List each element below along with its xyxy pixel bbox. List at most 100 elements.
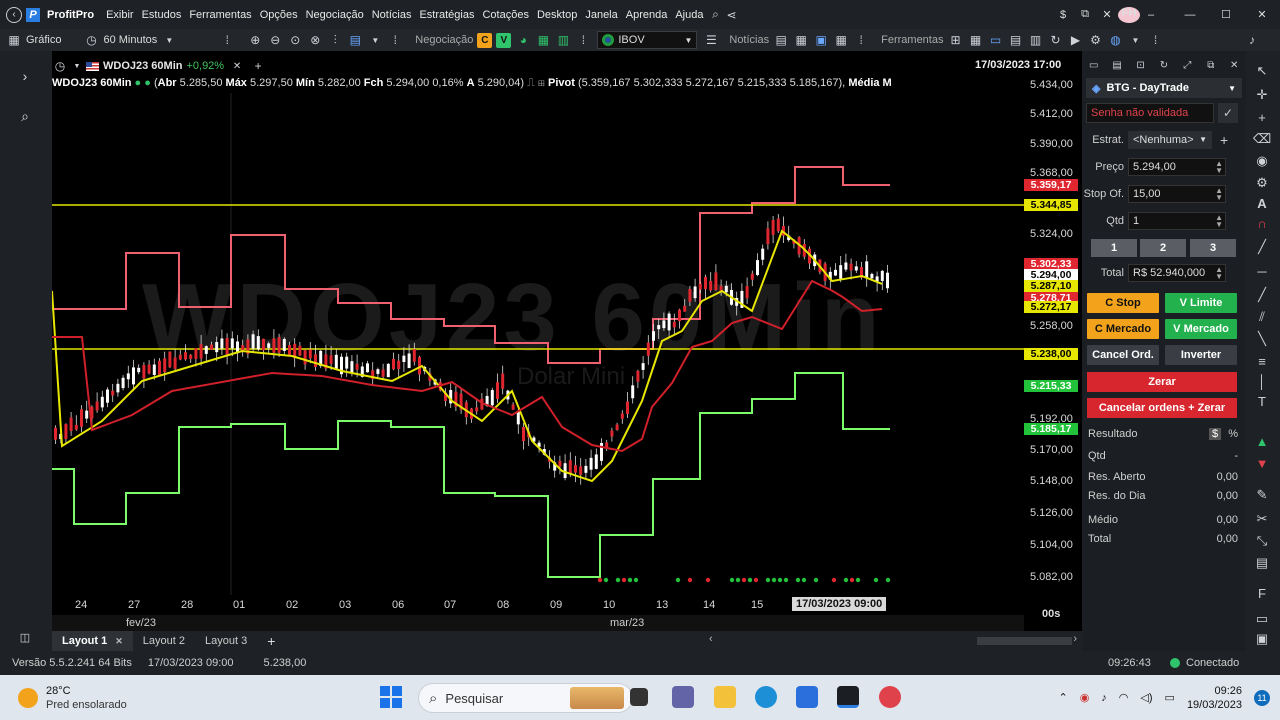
- price-input[interactable]: 5.294,00 ▲ ▼: [1128, 158, 1226, 176]
- volume-icon[interactable]: ◁): [1140, 691, 1152, 704]
- trend-icon[interactable]: ╱: [1254, 287, 1270, 303]
- c-stop-button[interactable]: C Stop: [1087, 293, 1159, 313]
- close-icon[interactable]: ✕: [1244, 8, 1280, 21]
- add-strategy-icon[interactable]: +: [1220, 132, 1228, 148]
- pencil-icon[interactable]: ✎: [1254, 487, 1270, 503]
- line-icon[interactable]: ╱: [1254, 239, 1270, 255]
- menu-desktop[interactable]: Desktop: [533, 9, 581, 21]
- tab-layout-3[interactable]: Layout 3: [195, 631, 257, 651]
- v-icon[interactable]: V: [496, 32, 512, 48]
- arrow-down-icon[interactable]: ▼: [1254, 455, 1270, 471]
- menu-noticias[interactable]: Notícias: [368, 9, 416, 21]
- quick-qty-1-button[interactable]: 1: [1091, 239, 1137, 257]
- broker-selector[interactable]: ◈ BTG - DayTrade ▼: [1086, 78, 1242, 98]
- chart-label[interactable]: Gráfico: [26, 34, 61, 46]
- more-icon[interactable]: ⁞: [387, 32, 403, 48]
- menu-janela[interactable]: Janela: [581, 9, 621, 21]
- vline-icon[interactable]: │: [1254, 373, 1270, 389]
- stepper-icon[interactable]: ▲ ▼: [1215, 187, 1223, 202]
- microphone-icon[interactable]: ♪: [1101, 692, 1107, 704]
- news-icon[interactable]: ▤: [773, 32, 789, 48]
- shapes-icon[interactable]: ▣: [1254, 631, 1270, 647]
- more-icon[interactable]: ⁞: [1147, 32, 1163, 48]
- panel-book-icon[interactable]: ▤: [1109, 57, 1125, 73]
- panel-close-icon[interactable]: ✕: [1226, 57, 1242, 73]
- stepper-icon[interactable]: ▲ ▼: [1215, 160, 1223, 175]
- wifi-icon[interactable]: ◠: [1119, 691, 1129, 704]
- calendar-icon[interactable]: ▦: [833, 32, 849, 48]
- crosshair-icon[interactable]: ✛: [1254, 87, 1270, 103]
- menu-estrategias[interactable]: Estratégias: [415, 9, 478, 21]
- zoom-reset-icon[interactable]: ⊗: [307, 32, 323, 48]
- table-icon[interactable]: ▦: [967, 32, 983, 48]
- notification-badge[interactable]: 11: [1254, 689, 1270, 706]
- scroll-right-icon[interactable]: ›: [1073, 633, 1077, 645]
- layers-icon[interactable]: ▭: [1254, 611, 1270, 627]
- percent-toggle-button[interactable]: %: [1228, 428, 1238, 440]
- bell-icon[interactable]: ♪: [1244, 32, 1260, 48]
- play-icon[interactable]: ▶: [1067, 32, 1083, 48]
- battery-icon[interactable]: ▭: [1165, 691, 1175, 704]
- chevron-down-icon[interactable]: ▼: [1127, 32, 1143, 48]
- tab-layout-2[interactable]: Layout 2: [133, 631, 195, 651]
- book-icon[interactable]: ▥: [555, 32, 571, 48]
- indicator-settings-icon[interactable]: ⎍: [527, 77, 538, 89]
- avatar[interactable]: FH: [1118, 6, 1140, 23]
- panel-icon[interactable]: ▥: [1027, 32, 1043, 48]
- close-icon[interactable]: ✕: [115, 636, 123, 647]
- restore-small-icon[interactable]: ⧉: [1074, 8, 1096, 21]
- arrow-up-icon[interactable]: ▲: [1254, 433, 1270, 449]
- quantity-input[interactable]: 1 ▲ ▼: [1128, 212, 1226, 230]
- text-icon[interactable]: A: [1254, 195, 1270, 211]
- chart-canvas[interactable]: [52, 93, 1024, 595]
- cancel-orders-button[interactable]: Cancel Ord.: [1087, 345, 1159, 365]
- v-mercado-button[interactable]: V Mercado: [1165, 319, 1237, 339]
- menu-opcoes[interactable]: Opções: [256, 9, 302, 21]
- search-icon[interactable]: ⌕: [17, 108, 33, 124]
- add-icon[interactable]: +: [250, 58, 266, 74]
- zoom-fit-icon[interactable]: ⊙: [287, 32, 303, 48]
- chart-icon[interactable]: ▦: [6, 32, 22, 48]
- time-axis[interactable]: 24 27 28 01 02 03 06 07 08 09 10 13 14 1…: [52, 595, 1024, 615]
- menu-aprenda[interactable]: Aprenda: [622, 9, 672, 21]
- magnet-icon[interactable]: ∩: [1254, 215, 1270, 231]
- menu-negociacao[interactable]: Negociação: [302, 9, 368, 21]
- interval-selector[interactable]: 60 Minutos: [103, 34, 157, 46]
- panel-expand-icon[interactable]: ⤢: [1179, 57, 1195, 73]
- total-input[interactable]: R$ 52.940,000 ▲ ▼: [1128, 264, 1226, 282]
- text-tool-icon[interactable]: T: [1254, 393, 1270, 409]
- panel-window-icon[interactable]: ⧉: [1203, 57, 1219, 73]
- more-icon[interactable]: ⁞: [853, 32, 869, 48]
- more-icon[interactable]: ⁞: [575, 32, 591, 48]
- scroll-left-icon[interactable]: ‹: [709, 633, 713, 645]
- add-indicator-icon[interactable]: ⊞: [538, 77, 548, 89]
- windows-start-icon[interactable]: [380, 686, 402, 708]
- chart-tab[interactable]: WDOJ23 60Min +0,92%: [86, 60, 224, 72]
- taskbar-search[interactable]: ⌕ Pesquisar: [418, 683, 633, 713]
- quick-qty-3-button[interactable]: 3: [1190, 239, 1236, 257]
- tray-chevron-icon[interactable]: ⌃: [1058, 691, 1067, 704]
- channel-icon[interactable]: ⫽: [1254, 309, 1270, 325]
- minimize-small-icon[interactable]: –: [1140, 9, 1162, 21]
- profitpro-taskbar-icon[interactable]: [837, 686, 859, 708]
- record-icon[interactable]: [879, 686, 901, 708]
- hline-icon[interactable]: ─: [1254, 263, 1270, 279]
- share-icon[interactable]: ⋖: [723, 7, 739, 23]
- search-icon[interactable]: ⌕: [707, 7, 723, 23]
- c-icon[interactable]: C: [477, 32, 493, 48]
- teams-icon[interactable]: [672, 686, 694, 708]
- add-layout-button[interactable]: +: [257, 631, 285, 651]
- zoom-out-icon[interactable]: ⊖: [267, 32, 283, 48]
- security-icon[interactable]: ◉: [1080, 691, 1090, 704]
- candlestick-chart[interactable]: WDOJ23 60Min Dolar Mini: [52, 93, 1024, 595]
- menu-ferramentas[interactable]: Ferramentas: [185, 9, 255, 21]
- strategy-select[interactable]: <Nenhuma> ▼: [1128, 131, 1212, 149]
- tv-icon[interactable]: ▣: [813, 32, 829, 48]
- newspaper-icon[interactable]: ▦: [793, 32, 809, 48]
- eraser-icon[interactable]: ⌫: [1253, 131, 1271, 147]
- chart-type-icon[interactable]: ⫶: [327, 32, 343, 48]
- panel-toggle-icon[interactable]: ◫: [17, 629, 33, 645]
- c-mercado-button[interactable]: C Mercado: [1087, 319, 1159, 339]
- clock[interactable]: 09:26 19/03/2023: [1187, 684, 1242, 712]
- pie-icon[interactable]: ◕: [515, 32, 531, 48]
